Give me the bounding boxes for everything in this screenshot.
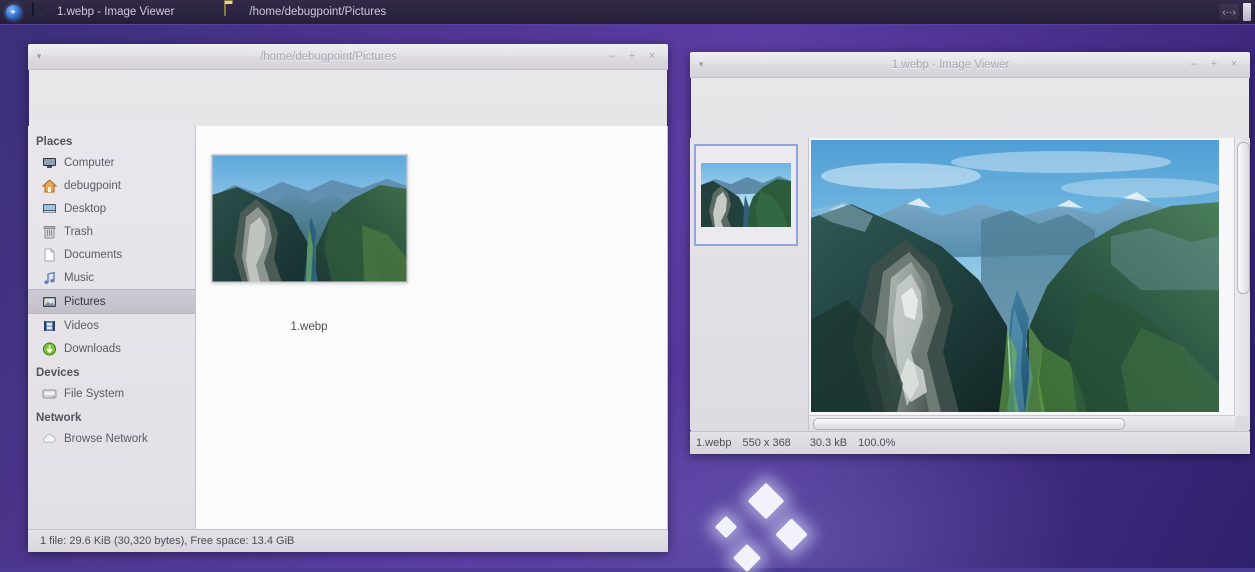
status-zoom: 100.0% — [858, 437, 895, 449]
sidebar-item-debugpoint[interactable]: debugpoint — [28, 174, 195, 197]
taskbar-handle[interactable] — [1243, 3, 1251, 21]
trash-icon — [42, 225, 57, 239]
desktop-diamond — [748, 483, 785, 520]
desktop-diamond — [715, 516, 738, 539]
sidebar-item-label: Music — [64, 272, 94, 284]
image-viewer-canvas[interactable] — [809, 138, 1250, 430]
sidebar-item-label: Downloads — [64, 343, 121, 355]
home-icon — [42, 179, 57, 193]
vertical-scrollbar[interactable] — [1234, 138, 1250, 416]
close-button[interactable]: × — [1229, 59, 1239, 70]
image-viewer-titlebar[interactable]: ▾ 1.webp - Image Viewer – + × — [690, 52, 1250, 78]
image-viewer-icon — [32, 3, 52, 21]
horizontal-scrollbar[interactable] — [809, 415, 1235, 430]
file-manager-window[interactable]: ▾ /home/debugpoint/Pictures – + × File E… — [28, 44, 668, 552]
sidebar-item-label: Computer — [64, 157, 115, 169]
sidebar-item-label: Videos — [64, 320, 99, 332]
expand-arrows-icon[interactable]: ‹··› — [1219, 4, 1239, 20]
computer-icon — [42, 156, 57, 170]
sidebar-item-label: Documents — [64, 249, 122, 261]
music-icon — [42, 271, 57, 285]
minimize-button[interactable]: – — [1189, 59, 1199, 70]
sidebar-item-trash[interactable]: Trash — [28, 220, 195, 243]
file-manager-statusbar: 1 file: 29.6 KiB (30,320 bytes), Free sp… — [28, 529, 668, 552]
sidebar-item-label: Pictures — [64, 296, 106, 308]
fjord-landscape-thumbnail — [701, 163, 791, 227]
sidebar-item-label: debugpoint — [64, 180, 121, 192]
sidebar-item-pictures[interactable]: Pictures — [28, 289, 195, 314]
folder-icon — [224, 3, 244, 21]
file-manager-titlebar[interactable]: ▾ /home/debugpoint/Pictures – + × — [28, 44, 668, 70]
close-button[interactable]: × — [647, 51, 657, 62]
video-icon — [42, 319, 57, 333]
sidebar-item-computer[interactable]: Computer — [28, 151, 195, 174]
image-viewer-title: 1.webp - Image Viewer — [712, 59, 1189, 71]
sidebar-item-browse-network[interactable]: Browse Network — [28, 427, 195, 450]
drive-icon — [42, 387, 57, 401]
image-viewer-thumbnail-panel[interactable] — [690, 138, 809, 430]
sidebar-item-label: Trash — [64, 226, 93, 238]
fjord-landscape-thumbnail — [211, 154, 408, 283]
sidebar-item-file-system[interactable]: File System — [28, 382, 195, 405]
scrollbar-corner — [1235, 416, 1250, 430]
desktop-diamond — [775, 518, 808, 551]
sidebar-item-downloads[interactable]: Downloads — [28, 337, 195, 360]
vertical-scrollbar-thumb[interactable] — [1237, 142, 1250, 294]
minimize-button[interactable]: – — [607, 51, 617, 62]
sidebar-item-documents[interactable]: Documents — [28, 243, 195, 266]
sidebar-item-music[interactable]: Music — [28, 266, 195, 289]
taskbar: ✦ 1.webp - Image Viewer /home/debugpoint… — [0, 0, 1255, 25]
taskbar-item-label: /home/debugpoint/Pictures — [249, 6, 386, 18]
file-item-label: 1.webp — [204, 321, 414, 333]
network-icon — [42, 432, 57, 446]
thumbnail-item-1webp[interactable] — [694, 144, 798, 246]
status-filesize: 30.3 kB — [810, 437, 847, 449]
window-menu-icon[interactable]: ▾ — [690, 59, 712, 70]
downloads-icon — [42, 342, 57, 356]
sidebar-item-videos[interactable]: Videos — [28, 314, 195, 337]
sidebar-section-places: Places — [28, 132, 195, 151]
desktop-icon — [42, 202, 57, 216]
maximize-button[interactable]: + — [1209, 59, 1219, 70]
sidebar-item-label: File System — [64, 388, 124, 400]
taskbar-item-file-manager[interactable]: /home/debugpoint/Pictures — [220, 1, 394, 23]
pictures-icon — [42, 295, 57, 309]
image-viewer-window[interactable]: ▾ 1.webp - Image Viewer – + × File Edit … — [690, 52, 1250, 454]
fjord-landscape-image — [811, 140, 1219, 412]
file-manager-file-area[interactable]: 1.webp — [196, 126, 668, 530]
status-filename: 1.webp — [696, 437, 731, 449]
document-icon — [42, 248, 57, 262]
image-viewer-statusbar: 1.webp 550 x 368 30.3 kB 100.0% — [690, 431, 1250, 454]
file-manager-status-text: 1 file: 29.6 KiB (30,320 bytes), Free sp… — [40, 535, 294, 547]
sidebar-item-desktop[interactable]: Desktop — [28, 197, 195, 220]
file-item-1webp[interactable]: 1.webp — [204, 154, 414, 333]
horizontal-scrollbar-thumb[interactable] — [813, 418, 1125, 430]
sidebar-section-network: Network — [28, 408, 195, 427]
file-manager-title: /home/debugpoint/Pictures — [50, 51, 607, 63]
maximize-button[interactable]: + — [627, 51, 637, 62]
window-menu-icon[interactable]: ▾ — [28, 51, 50, 62]
taskbar-item-image-viewer[interactable]: 1.webp - Image Viewer — [28, 1, 182, 23]
status-dimensions: 550 x 368 — [742, 437, 790, 449]
sidebar-item-label: Desktop — [64, 203, 106, 215]
file-manager-sidebar: Places Computer debugpoint Desktop — [28, 126, 196, 530]
taskbar-tray: ‹··› — [1219, 3, 1255, 21]
sidebar-item-label: Browse Network — [64, 433, 148, 445]
sidebar-section-devices: Devices — [28, 363, 195, 382]
menu-orb-icon[interactable]: ✦ — [0, 0, 26, 24]
taskbar-item-label: 1.webp - Image Viewer — [57, 6, 174, 18]
